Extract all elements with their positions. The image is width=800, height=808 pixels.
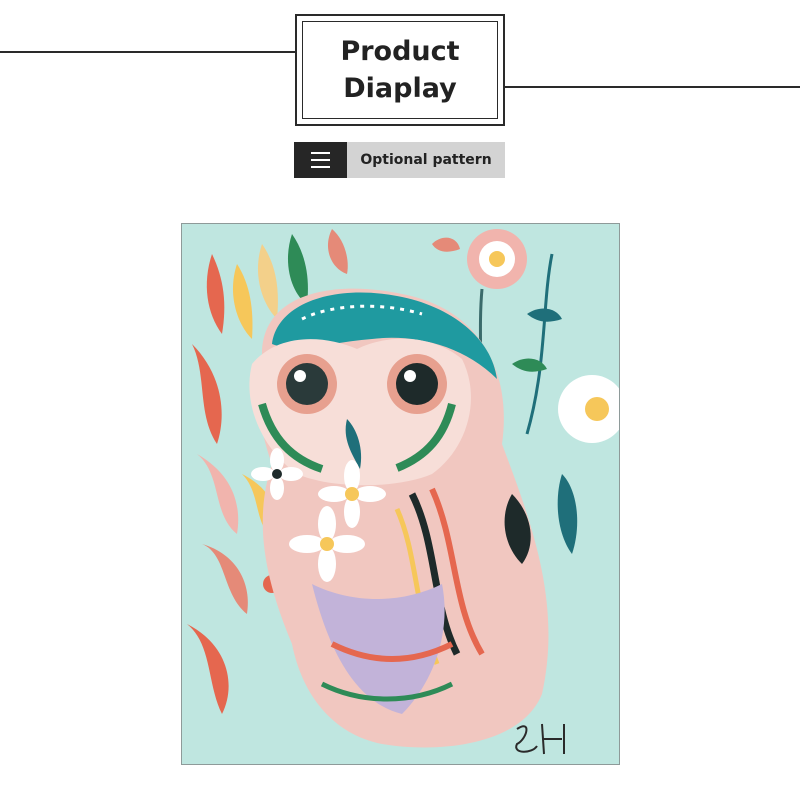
product-image: [181, 223, 620, 765]
right-divider-line: [505, 86, 800, 88]
page-title: Product Diaplay: [340, 36, 460, 104]
left-divider-line: [0, 51, 296, 53]
title-frame: Product Diaplay: [295, 14, 505, 126]
menu-icon: [294, 142, 347, 178]
title-inner-frame: Product Diaplay: [302, 21, 498, 119]
owl-painting-illustration: [182, 224, 619, 764]
optional-pattern-button[interactable]: Optional pattern: [294, 142, 505, 178]
optional-pattern-label: Optional pattern: [347, 142, 505, 178]
